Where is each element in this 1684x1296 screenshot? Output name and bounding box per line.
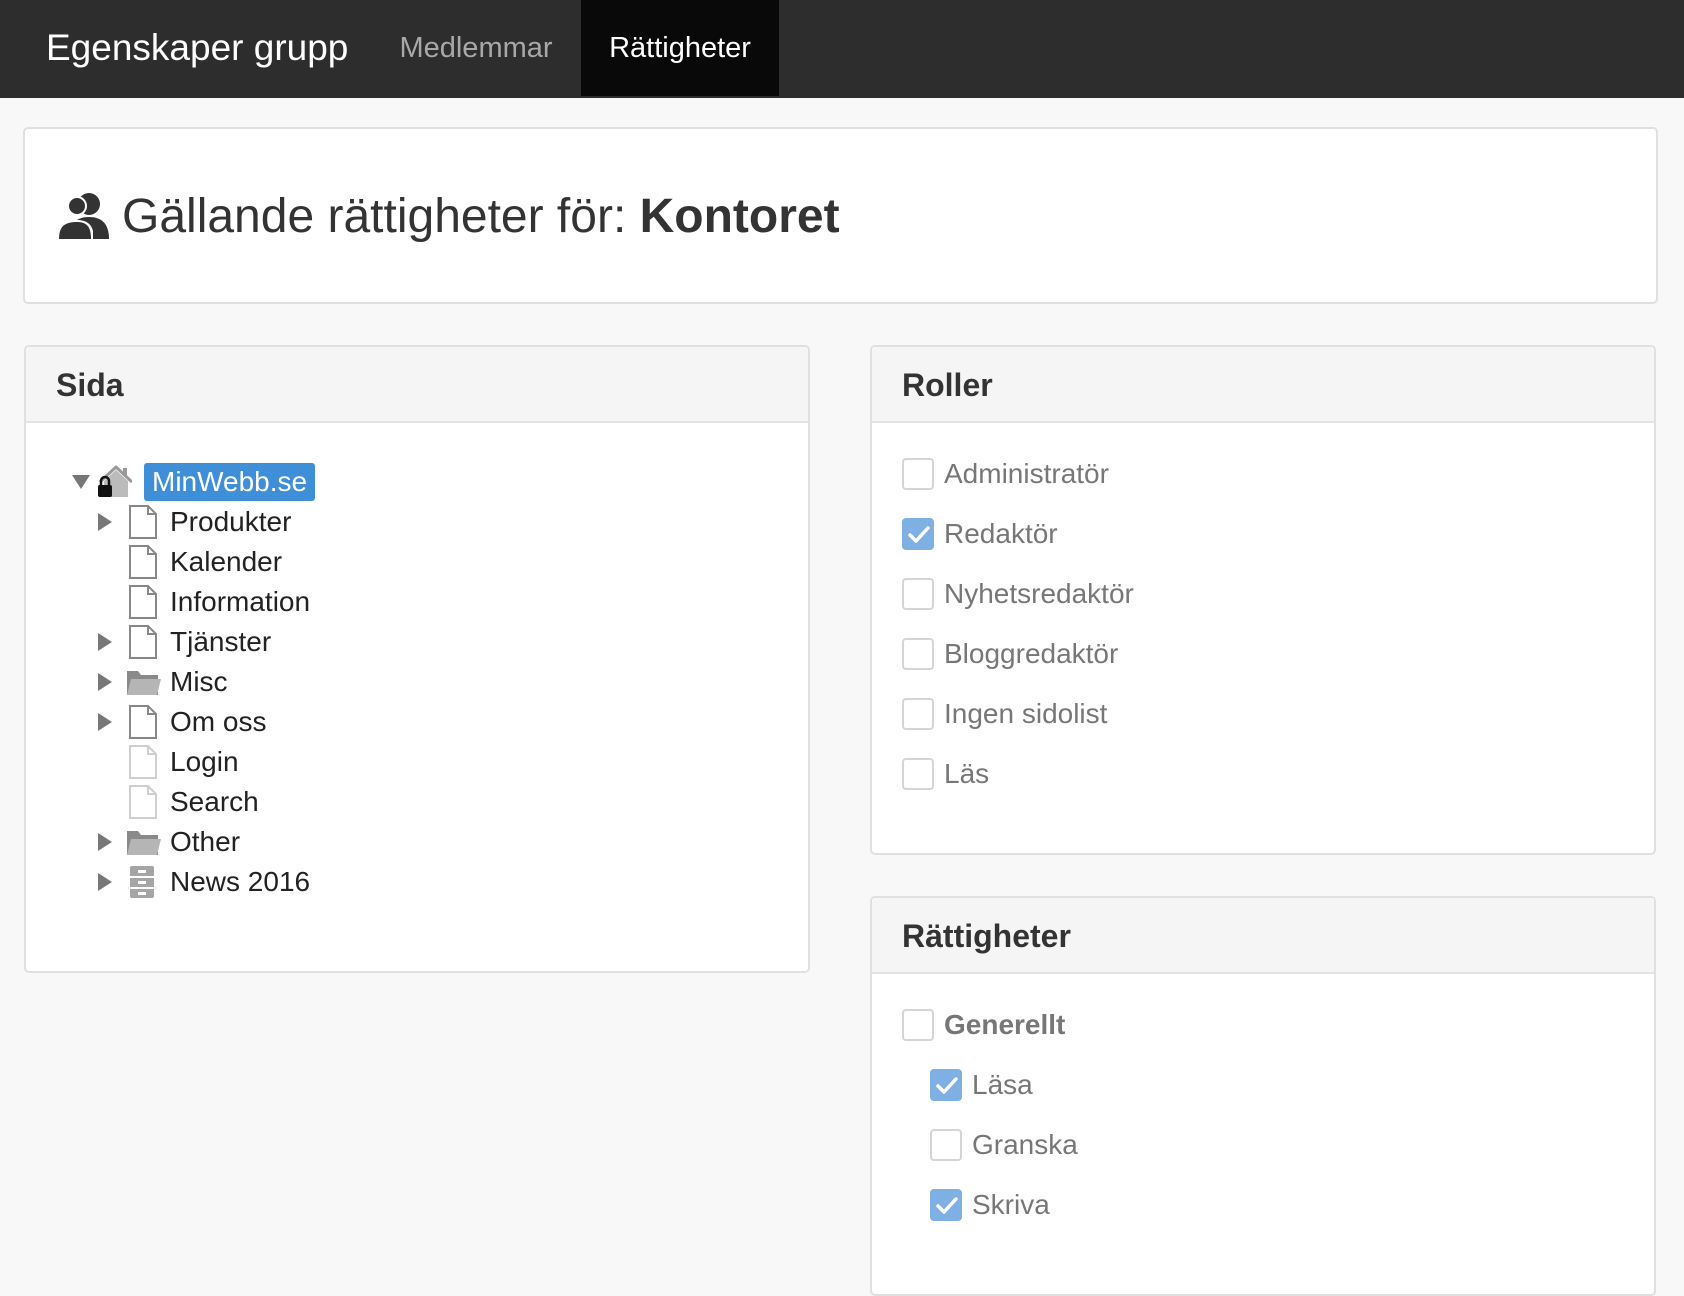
page-light-icon: [129, 745, 157, 779]
page-icon: [129, 625, 157, 659]
tree-item-search[interactable]: Search: [98, 783, 398, 821]
expand-arrow-icon[interactable]: [98, 513, 112, 531]
page-icon: [129, 705, 157, 739]
expand-arrow-icon[interactable]: [98, 833, 112, 851]
rattigheter-panel-header: Rättigheter: [872, 898, 1654, 974]
folder-icon: [127, 671, 161, 695]
tree-item-tjanster[interactable]: Tjänster: [98, 623, 398, 661]
tree-item-label[interactable]: Misc: [170, 663, 228, 701]
users-icon: [57, 193, 109, 239]
role-las[interactable]: Läs: [902, 754, 1302, 794]
home-lock-icon: [98, 464, 132, 497]
tree-item-label[interactable]: Kalender: [170, 543, 282, 581]
role-ingen-sidolist[interactable]: Ingen sidolist: [902, 694, 1302, 734]
collapse-arrow-icon[interactable]: [72, 475, 90, 489]
permission-label: Läsa: [972, 1069, 1033, 1100]
tree-item-label[interactable]: Produkter: [170, 503, 291, 541]
permission-label: Skriva: [972, 1189, 1050, 1220]
expand-arrow-icon[interactable]: [98, 873, 112, 891]
role-administrator[interactable]: Administratör: [902, 454, 1302, 494]
role-bloggredaktor[interactable]: Bloggredaktör: [902, 634, 1302, 674]
tab-medlemmar[interactable]: Medlemmar: [372, 0, 580, 96]
sida-heading: Sida: [56, 367, 124, 403]
role-label: Administratör: [944, 458, 1109, 489]
tab-rattigheter[interactable]: Rättigheter: [581, 0, 779, 96]
role-checkbox[interactable]: [902, 458, 934, 490]
permission-checkbox-checked[interactable]: [930, 1069, 962, 1101]
permission-lasa[interactable]: Läsa: [930, 1065, 1330, 1105]
page-light-icon: [129, 785, 157, 819]
page-icon: [129, 505, 157, 539]
checkmark-icon: [936, 1077, 958, 1094]
permission-checkbox[interactable]: [930, 1129, 962, 1161]
rattigheter-panel: Rättigheter Generellt Läsa Granska Skriv…: [870, 896, 1656, 1296]
sida-panel: Sida MinWebb.se Produkter Kalender Infor…: [24, 345, 810, 973]
checkmark-icon: [908, 526, 930, 543]
permission-group-label: Generellt: [944, 1009, 1066, 1040]
page-title-prefix: Gällande rättigheter för:: [122, 190, 640, 243]
title-panel: Gällande rättigheter för: Kontoret: [23, 127, 1658, 304]
role-label: Läs: [944, 758, 990, 789]
tree-item-label[interactable]: Tjänster: [170, 623, 271, 661]
tree-root[interactable]: MinWebb.se: [72, 463, 392, 501]
tree-item-label[interactable]: Login: [170, 743, 239, 781]
expand-arrow-icon[interactable]: [98, 633, 112, 651]
tree-item-label[interactable]: Information: [170, 583, 310, 621]
tree-item-information[interactable]: Information: [98, 583, 398, 621]
permission-label: Granska: [972, 1129, 1078, 1160]
role-label: Bloggredaktör: [944, 638, 1119, 669]
archive-icon: [130, 866, 154, 898]
tree-item-om-oss[interactable]: Om oss: [98, 703, 398, 741]
tree-item-kalender[interactable]: Kalender: [98, 543, 398, 581]
sida-panel-header: Sida: [26, 347, 808, 423]
tree-item-label[interactable]: Search: [170, 783, 259, 821]
tree-item-label[interactable]: Other: [170, 823, 240, 861]
page-title: Gällande rättigheter för: Kontoret: [122, 129, 840, 306]
roller-heading: Roller: [902, 367, 993, 403]
tree-item-news-2016[interactable]: News 2016: [98, 863, 398, 901]
roller-panel: Roller Administratör Redaktör Nyhetsreda…: [870, 345, 1656, 855]
tree-root-label[interactable]: MinWebb.se: [144, 463, 316, 501]
tree-item-misc[interactable]: Misc: [98, 663, 398, 701]
group-name: Kontoret: [639, 190, 840, 243]
tree-item-login[interactable]: Login: [98, 743, 398, 781]
role-checkbox[interactable]: [902, 758, 934, 790]
role-label: Redaktör: [944, 518, 1058, 549]
page-icon: [129, 545, 157, 579]
tree-item-other[interactable]: Other: [98, 823, 398, 861]
role-checkbox[interactable]: [902, 638, 934, 670]
page-icon: [129, 585, 157, 619]
role-checkbox-checked[interactable]: [902, 518, 934, 550]
tree-item-produkter[interactable]: Produkter: [98, 503, 398, 541]
role-checkbox[interactable]: [902, 578, 934, 610]
top-navbar: Egenskaper grupp Medlemmar Rättigheter: [0, 0, 1684, 98]
expand-arrow-icon[interactable]: [98, 673, 112, 691]
tree-item-label[interactable]: Om oss: [170, 703, 266, 741]
role-label: Ingen sidolist: [944, 698, 1108, 729]
permission-checkbox-checked[interactable]: [930, 1189, 962, 1221]
role-checkbox[interactable]: [902, 698, 934, 730]
checkmark-icon: [936, 1197, 958, 1214]
brand-title: Egenskaper grupp: [46, 27, 349, 68]
role-nyhetsredaktor[interactable]: Nyhetsredaktör: [902, 574, 1302, 614]
role-redaktor[interactable]: Redaktör: [902, 514, 1302, 554]
rattigheter-heading: Rättigheter: [902, 918, 1071, 954]
permission-granska[interactable]: Granska: [930, 1125, 1330, 1165]
permission-group-generellt[interactable]: Generellt: [902, 1005, 1302, 1045]
role-label: Nyhetsredaktör: [944, 578, 1134, 609]
tree-item-label[interactable]: News 2016: [170, 863, 310, 901]
roller-panel-header: Roller: [872, 347, 1654, 423]
folder-icon: [127, 831, 161, 855]
permission-group-checkbox[interactable]: [902, 1009, 934, 1041]
permission-skriva[interactable]: Skriva: [930, 1185, 1330, 1225]
expand-arrow-icon[interactable]: [98, 713, 112, 731]
